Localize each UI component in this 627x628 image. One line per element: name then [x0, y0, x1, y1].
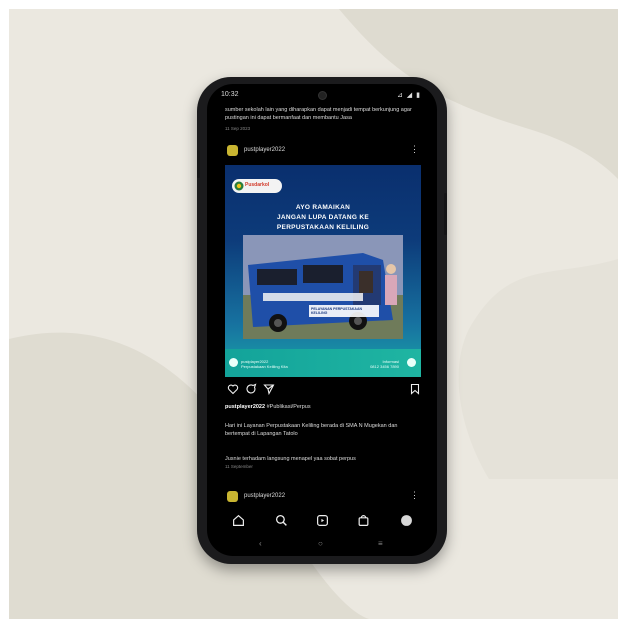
- headline-line3: PERPUSTAKAAN KELILING: [276, 224, 370, 231]
- profile-avatar-icon[interactable]: [400, 514, 413, 527]
- next-post-header: pustplayer2022 ⋮: [207, 486, 437, 506]
- post-username[interactable]: pustplayer2022: [244, 147, 285, 153]
- post-image[interactable]: Pusdarkol AYO RAMAIKAN JANGAN LUPA DATAN…: [225, 165, 421, 377]
- footer-right: Informasi 0812 3456 7890: [370, 359, 399, 369]
- volume-button: [197, 150, 200, 178]
- previous-post-time: 11 Sep 2023: [225, 126, 251, 131]
- bus-illustration: [243, 235, 403, 339]
- search-icon[interactable]: [275, 514, 288, 527]
- recents-button[interactable]: ≡: [378, 539, 383, 548]
- comment-icon[interactable]: [245, 383, 257, 395]
- front-camera: [318, 91, 327, 100]
- next-post-username[interactable]: pustplayer2022: [244, 493, 285, 499]
- power-button: [444, 193, 447, 235]
- bookmark-icon[interactable]: [409, 383, 421, 395]
- bus-photo: PELAYANAN PERPUSTAKAAN KELILING: [243, 235, 403, 339]
- logo-text: Pusdarkol: [245, 182, 270, 188]
- status-icons: ⊿ ◢ ▮: [397, 92, 421, 99]
- back-button[interactable]: ‹: [259, 539, 262, 548]
- footer-left-line2: Perpustakaan Keliling Kita: [241, 364, 288, 369]
- previous-post-caption: sumber sekolah lain yang diharapkan dapa…: [225, 106, 425, 122]
- heart-icon[interactable]: [227, 383, 239, 395]
- shop-icon[interactable]: [357, 514, 370, 527]
- next-more-options-icon[interactable]: ⋮: [410, 490, 419, 501]
- avatar[interactable]: [227, 145, 238, 156]
- share-icon[interactable]: [263, 383, 275, 395]
- home-icon[interactable]: [232, 514, 245, 527]
- headline-line1: AYO RAMAIKAN: [295, 204, 351, 211]
- bottom-nav: [207, 508, 437, 534]
- headline: AYO RAMAIKAN JANGAN LUPA DATANG KE PERPU…: [237, 203, 409, 233]
- previous-caption-line2: pustingan ini dapat bermanfaat dan memba…: [225, 115, 352, 121]
- post-actions: [225, 382, 421, 398]
- headline-line2: JANGAN LUPA DATANG KE: [276, 214, 369, 221]
- system-nav-bar: ‹ ○ ≡: [207, 536, 437, 556]
- previous-caption-line1: sumber sekolah lain yang diharapkan dapa…: [225, 107, 412, 113]
- caption-hashtag[interactable]: #Publikasi/Perpus: [267, 404, 311, 410]
- footer-right-line2: 0812 3456 7890: [370, 364, 399, 369]
- post-time: 11 September: [225, 464, 253, 469]
- caption-username[interactable]: pustplayer2022: [225, 404, 265, 410]
- reels-icon[interactable]: [316, 514, 329, 527]
- status-time: 10:32: [221, 91, 239, 98]
- post-likes-line: pustplayer2022 #Publikasi/Perpus: [225, 404, 311, 410]
- footer-left: pustplayer2022 Perpustakaan Keliling Kit…: [241, 359, 288, 369]
- instagram-icon: [229, 358, 238, 367]
- more-options-icon[interactable]: ⋮: [410, 144, 419, 155]
- whatsapp-icon: [407, 358, 416, 367]
- post-header: pustplayer2022 ⋮: [207, 140, 437, 162]
- phone-screen: 10:32 ⊿ ◢ ▮ sumber sekolah lain yang dih…: [207, 84, 437, 556]
- image-footer: pustplayer2022 Perpustakaan Keliling Kit…: [225, 349, 421, 377]
- home-button[interactable]: ○: [318, 539, 323, 548]
- logo-icon: [234, 181, 244, 191]
- banner-text: PELAYANAN PERPUSTAKAAN KELILING: [311, 307, 363, 315]
- status-bar: 10:32 ⊿ ◢ ▮: [207, 84, 437, 104]
- next-avatar[interactable]: [227, 491, 238, 502]
- post-caption: Hari ini Layanan Perpustakaan Keliling b…: [225, 423, 398, 437]
- post-caption-2: Jusnie terhadam langsung menapel yaa sob…: [225, 456, 356, 462]
